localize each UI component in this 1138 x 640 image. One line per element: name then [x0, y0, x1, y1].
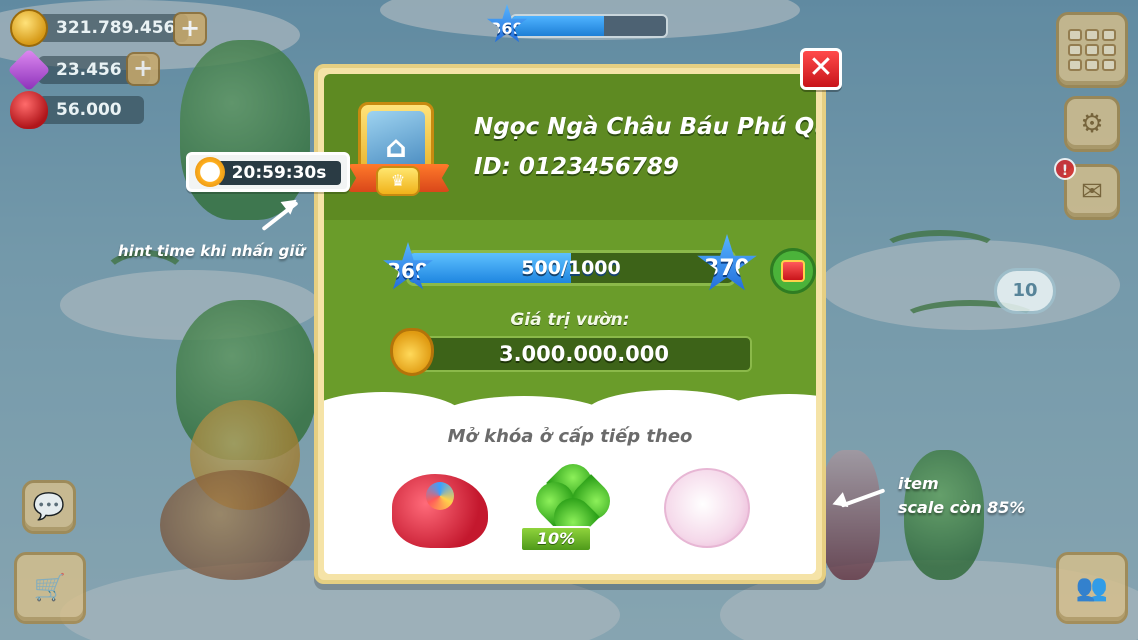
top-level-bar[interactable]: 369 [486, 4, 668, 43]
heart-amount: 56.000 [38, 96, 144, 124]
item-note-line-2: scale còn 85% [898, 498, 1026, 517]
friends-icon: 👥 [1075, 573, 1109, 603]
sea-creature-icon [392, 474, 488, 548]
gear-icon: ⚙ [1080, 109, 1104, 139]
add-gems-button[interactable]: + [126, 52, 160, 86]
shop-button[interactable]: 🛒 [14, 552, 86, 624]
timer-tooltip: 20:59:30s [186, 152, 350, 192]
gem-icon [7, 48, 51, 92]
player-info-dialog: ⌂ ♛ Ngọc Ngà Châu Báu Phú Quý ID: 012345… [314, 64, 826, 584]
unlock-next-level-label: Mở khóa ở cấp tiếp theo [447, 426, 693, 447]
garden-value: 3.000.000.000 [416, 336, 752, 372]
heart-counter: 56.000 [10, 91, 150, 129]
close-icon: ✕ [808, 50, 834, 85]
shopping-cart-icon: 🛒 [33, 573, 67, 603]
plus-icon: + [132, 54, 154, 82]
timer-hint-text: hint time khi nhấn giữ [118, 242, 306, 260]
player-id: ID: 0123456789 [474, 154, 679, 180]
friends-button[interactable]: 👥 [1056, 552, 1128, 624]
plus-icon: + [179, 14, 201, 42]
garden-value-label: Giá trị vườn: [510, 310, 630, 330]
chat-button[interactable]: 💬 [22, 480, 76, 534]
settings-button[interactable]: ⚙ [1064, 96, 1120, 152]
level-reward-button[interactable] [770, 248, 816, 294]
mail-icon: ✉ [1081, 177, 1103, 207]
red-sea-creature-item[interactable] [388, 462, 492, 558]
timer-value: 20:59:30s [217, 161, 341, 185]
item-scale-note: item scale còn 85% [898, 472, 1025, 520]
crown-icon: ♛ [376, 166, 420, 196]
chat-icon: 💬 [32, 492, 66, 522]
money-bag-icon [390, 328, 434, 376]
xp-text: 500/1000 [521, 257, 621, 279]
menu-button[interactable] [1056, 12, 1128, 88]
clover-bonus-badge: 10% [520, 526, 592, 552]
gift-icon [781, 260, 805, 282]
grid-menu-icon [1068, 29, 1116, 71]
item-note-line-1: item [898, 474, 939, 493]
cotton-flower-item[interactable] [654, 462, 758, 558]
gold-amount: 321.789.456 [38, 14, 188, 42]
stopwatch-icon [195, 157, 225, 187]
cloud-counter-badge[interactable]: 10 [994, 268, 1056, 314]
close-button[interactable]: ✕ [800, 48, 842, 90]
mail-alert-badge: ! [1054, 158, 1076, 180]
heart-icon [10, 91, 48, 129]
coin-icon [10, 9, 48, 47]
add-gold-button[interactable]: + [173, 12, 207, 46]
top-level-track [510, 14, 668, 38]
cotton-icon [664, 468, 750, 548]
dialog-body: ⌂ ♛ Ngọc Ngà Châu Báu Phú Quý ID: 012345… [324, 74, 816, 574]
four-leaf-clover-item[interactable]: 10% [520, 456, 624, 558]
player-name: Ngọc Ngà Châu Báu Phú Quý [474, 114, 816, 140]
